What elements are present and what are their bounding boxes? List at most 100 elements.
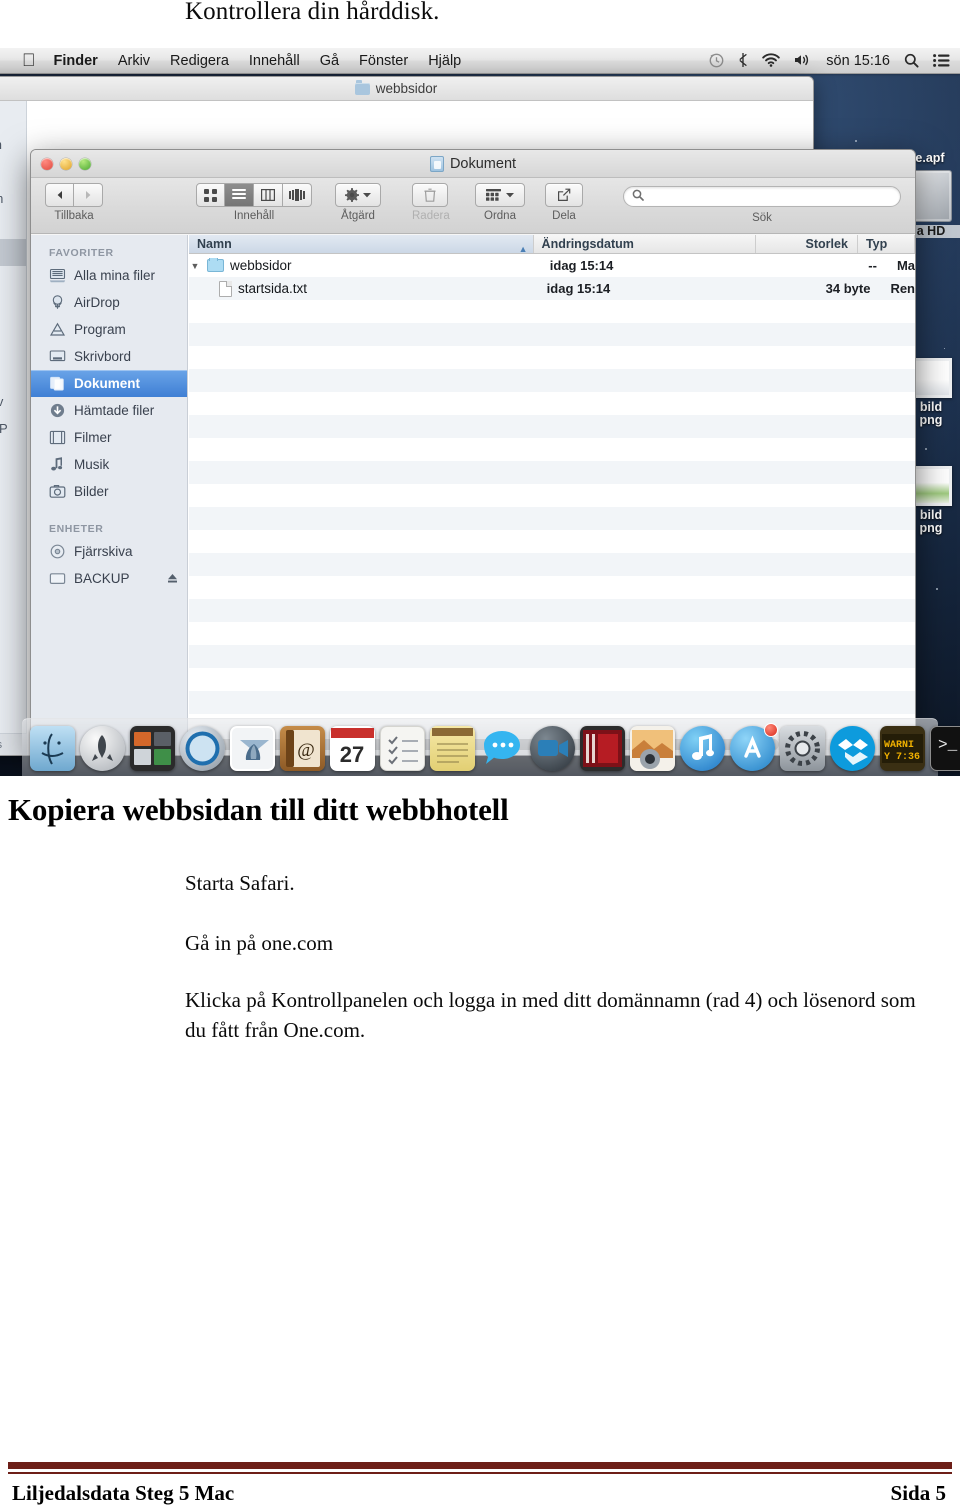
table-row-empty[interactable] bbox=[189, 576, 915, 599]
facetime-dock-icon[interactable] bbox=[530, 726, 575, 771]
table-row-empty[interactable] bbox=[189, 300, 915, 323]
search-input[interactable] bbox=[644, 188, 874, 205]
volume-icon[interactable] bbox=[794, 53, 812, 69]
sidebar-item-bilder[interactable]: Bilder bbox=[31, 478, 187, 505]
window-controls[interactable] bbox=[41, 158, 91, 170]
arrange-button[interactable] bbox=[475, 183, 525, 207]
table-row-empty[interactable] bbox=[189, 645, 915, 668]
messages-dock-icon[interactable] bbox=[480, 726, 525, 771]
system-preferences-dock-icon[interactable] bbox=[780, 726, 825, 771]
finder-toolbar[interactable]: Tillbaka Innehåll Åtgärd Radera Ordna De… bbox=[31, 178, 915, 234]
table-row-empty[interactable] bbox=[189, 622, 915, 645]
finder-sidebar[interactable]: FAVORITER Alla mina filer AirDrop Progra… bbox=[31, 235, 188, 755]
app-store-dock-icon[interactable] bbox=[730, 723, 778, 771]
sidebar-item-clipped[interactable]: min bbox=[0, 131, 26, 158]
sidebar-item-clipped[interactable]: skiv bbox=[0, 388, 26, 415]
finder-window[interactable]: Dokument Tillbaka Innehåll Åtgärd Radera… bbox=[30, 149, 916, 756]
share-group[interactable]: Dela bbox=[545, 183, 583, 222]
share-button[interactable] bbox=[545, 183, 583, 207]
table-row-empty[interactable] bbox=[189, 484, 915, 507]
bluetooth-icon[interactable] bbox=[738, 52, 748, 70]
back-button[interactable] bbox=[45, 183, 74, 207]
file-name-cell[interactable]: startsida.txt bbox=[189, 280, 547, 297]
close-button[interactable] bbox=[41, 158, 53, 170]
menu-item-redigera[interactable]: Redigera bbox=[170, 53, 229, 69]
mission-control-dock-icon[interactable] bbox=[130, 726, 175, 771]
table-row-empty[interactable] bbox=[189, 668, 915, 691]
safari-dock-icon[interactable] bbox=[180, 726, 225, 771]
action-group[interactable]: Åtgärd bbox=[335, 183, 381, 222]
forward-button[interactable] bbox=[74, 183, 103, 207]
dropbox-dock-icon[interactable] bbox=[830, 726, 875, 771]
itunes-store-dock-icon[interactable] bbox=[580, 726, 625, 771]
column-view-icon[interactable] bbox=[254, 183, 283, 207]
arrange-group[interactable]: Ordna bbox=[475, 183, 525, 222]
apple-logo-icon[interactable]:  bbox=[22, 51, 36, 69]
sidebar-item-alla-mina-filer[interactable]: Alla mina filer bbox=[31, 262, 187, 289]
sidebar-item-program[interactable]: Program bbox=[31, 316, 187, 343]
table-row-empty[interactable] bbox=[189, 553, 915, 576]
coverflow-view-icon[interactable] bbox=[283, 183, 312, 207]
table-row-empty[interactable] bbox=[189, 507, 915, 530]
file-list-pane[interactable]: Namn ▲ Ändringsdatum Storlek Typ ▼ webbs… bbox=[189, 235, 915, 755]
wifi-icon[interactable] bbox=[762, 53, 781, 69]
background-window-titlebar[interactable]: webbsidor bbox=[0, 77, 813, 101]
eject-icon[interactable] bbox=[167, 573, 178, 587]
column-header-typ[interactable]: Typ bbox=[858, 235, 915, 253]
table-row-empty[interactable] bbox=[189, 323, 915, 346]
column-header-andringsdatum[interactable]: Ändringsdatum bbox=[534, 235, 756, 253]
sidebar-item-hamtade-filer[interactable]: Hämtade filer bbox=[31, 397, 187, 424]
menu-bar[interactable]:  Finder Arkiv Redigera Innehåll Gå Föns… bbox=[0, 48, 960, 74]
menu-item-fonster[interactable]: Fönster bbox=[359, 53, 408, 69]
menu-item-innehall[interactable]: Innehåll bbox=[249, 53, 300, 69]
sidebar-item-clipped-selected[interactable]: um bbox=[0, 239, 26, 266]
sidebar-item-clipped[interactable]: r bbox=[0, 347, 26, 374]
sidebar-item-clipped[interactable]: KUP bbox=[0, 415, 26, 442]
table-row-empty[interactable] bbox=[189, 392, 915, 415]
table-row-empty[interactable] bbox=[189, 691, 915, 714]
time-machine-icon[interactable] bbox=[709, 53, 724, 70]
menu-item-ga[interactable]: Gå bbox=[320, 53, 339, 69]
table-row[interactable]: ▼ webbsidor idag 15:14 -- Ma bbox=[189, 254, 915, 277]
mail-dock-icon[interactable] bbox=[230, 726, 275, 771]
file-list-header[interactable]: Namn ▲ Ändringsdatum Storlek Typ bbox=[189, 235, 915, 254]
table-row-empty[interactable] bbox=[189, 461, 915, 484]
table-row-empty[interactable] bbox=[189, 599, 915, 622]
table-row-empty[interactable] bbox=[189, 346, 915, 369]
calendar-dock-icon[interactable]: 27 bbox=[330, 726, 375, 771]
sidebar-item-clipped[interactable]: er bbox=[0, 293, 26, 320]
back-forward-group[interactable]: Tillbaka bbox=[45, 183, 103, 222]
sidebar-item-clipped[interactable]: bor bbox=[0, 212, 26, 239]
sidebar-item-musik[interactable]: Musik bbox=[31, 451, 187, 478]
notification-center-icon[interactable] bbox=[933, 53, 950, 69]
sidebar-item-fjarrskiva[interactable]: Fjärrskiva bbox=[31, 538, 187, 565]
menu-item-finder[interactable]: Finder bbox=[54, 53, 98, 69]
sidebar-item-backup[interactable]: BACKUP bbox=[31, 565, 187, 592]
file-name-cell[interactable]: ▼ webbsidor bbox=[189, 258, 550, 273]
column-header-storlek[interactable]: Storlek bbox=[756, 235, 858, 253]
spotlight-search-icon[interactable] bbox=[904, 53, 919, 70]
list-view-icon[interactable] bbox=[225, 183, 254, 207]
notes-dock-icon[interactable] bbox=[430, 726, 475, 771]
view-mode-segmented[interactable] bbox=[196, 183, 312, 207]
clock-widget-dock-icon[interactable]: WARNI Y 7:36 bbox=[880, 726, 925, 771]
minimize-button[interactable] bbox=[60, 158, 72, 170]
sidebar-item-filmer[interactable]: Filmer bbox=[31, 424, 187, 451]
terminal-dock-icon[interactable]: >_ bbox=[930, 726, 960, 771]
table-row-empty[interactable] bbox=[189, 530, 915, 553]
zoom-button[interactable] bbox=[79, 158, 91, 170]
icon-view-icon[interactable] bbox=[196, 183, 225, 207]
column-header-namn[interactable]: Namn ▲ bbox=[189, 235, 534, 253]
triangle-down-icon[interactable]: ▼ bbox=[189, 261, 201, 271]
table-row-empty[interactable] bbox=[189, 438, 915, 461]
sidebar-item-airdrop[interactable]: AirDrop bbox=[31, 289, 187, 316]
background-window-sidebar[interactable]: t min rop ram bor um tad er k r skiv KUP… bbox=[0, 101, 27, 755]
delete-button[interactable] bbox=[412, 183, 448, 207]
finder-dock-icon[interactable] bbox=[30, 726, 75, 771]
sidebar-item-clipped[interactable]: k bbox=[0, 320, 26, 347]
back-forward-segmented[interactable] bbox=[45, 183, 103, 207]
action-button[interactable] bbox=[335, 183, 381, 207]
delete-group[interactable]: Radera bbox=[412, 183, 450, 222]
table-row[interactable]: startsida.txt idag 15:14 34 byte Ren bbox=[189, 277, 915, 300]
itunes-dock-icon[interactable] bbox=[680, 726, 725, 771]
